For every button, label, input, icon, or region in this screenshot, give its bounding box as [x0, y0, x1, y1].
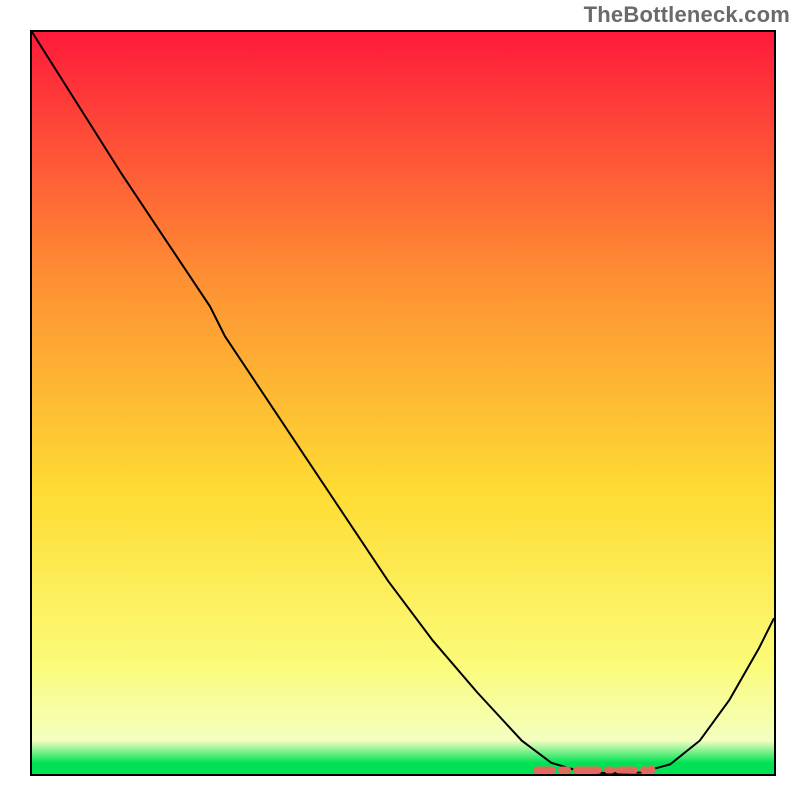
chart-stage: TheBottleneck.com: [0, 0, 800, 800]
gradient-background: [32, 32, 774, 774]
plot-svg: [32, 32, 774, 774]
watermark-text: TheBottleneck.com: [584, 2, 790, 28]
valley-marker-dot: [648, 766, 656, 774]
plot-frame: [30, 30, 776, 776]
